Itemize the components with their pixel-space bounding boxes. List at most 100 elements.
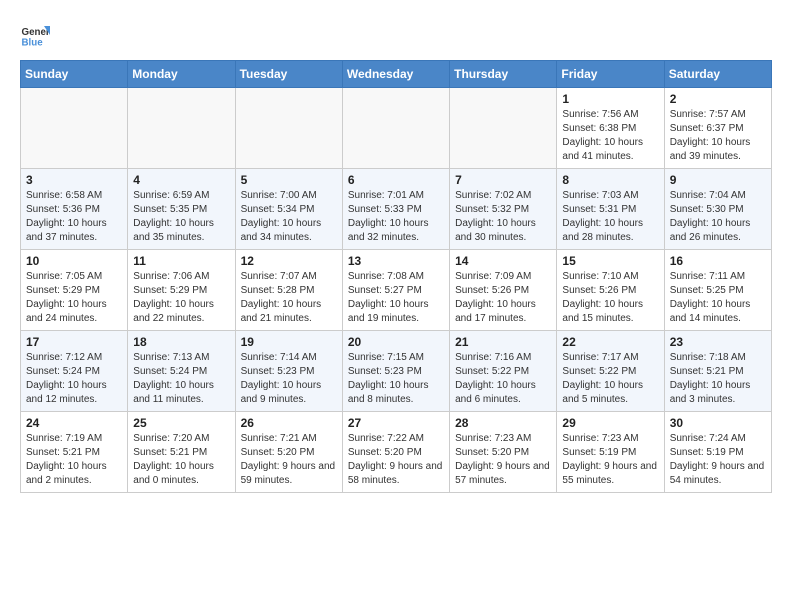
day-detail: Sunrise: 7:23 AM Sunset: 5:20 PM Dayligh… [455,432,551,488]
day-number: 6 [348,173,444,187]
calendar-table: SundayMondayTuesdayWednesdayThursdayFrid… [20,60,772,493]
calendar-header-wednesday: Wednesday [342,61,449,88]
calendar-week-3: 10 Sunrise: 7:05 AM Sunset: 5:29 PM Dayli… [21,250,772,331]
day-number: 18 [133,335,229,349]
calendar-cell: 12 Sunrise: 7:07 AM Sunset: 5:28 PM Dayli… [235,250,342,331]
day-detail: Sunrise: 7:01 AM Sunset: 5:33 PM Dayligh… [348,189,444,245]
day-number: 8 [562,173,658,187]
day-number: 7 [455,173,551,187]
day-number: 3 [26,173,122,187]
day-number: 22 [562,335,658,349]
calendar-cell: 15 Sunrise: 7:10 AM Sunset: 5:26 PM Dayli… [557,250,664,331]
page-header: General Blue [20,20,772,50]
calendar-cell: 23 Sunrise: 7:18 AM Sunset: 5:21 PM Dayli… [664,331,771,412]
day-detail: Sunrise: 7:15 AM Sunset: 5:23 PM Dayligh… [348,351,444,407]
calendar-week-1: 1Sunrise: 7:56 AM Sunset: 6:38 PM Daylig… [21,88,772,169]
day-detail: Sunrise: 7:57 AM Sunset: 6:37 PM Dayligh… [670,108,766,164]
day-detail: Sunrise: 6:59 AM Sunset: 5:35 PM Dayligh… [133,189,229,245]
calendar-cell: 22Sunrise: 7:17 AM Sunset: 5:22 PM Dayli… [557,331,664,412]
day-detail: Sunrise: 7:20 AM Sunset: 5:21 PM Dayligh… [133,432,229,488]
calendar-cell: 3 Sunrise: 6:58 AM Sunset: 5:36 PM Daylig… [21,169,128,250]
day-detail: Sunrise: 7:18 AM Sunset: 5:21 PM Dayligh… [670,351,766,407]
day-detail: Sunrise: 7:14 AM Sunset: 5:23 PM Dayligh… [241,351,337,407]
calendar-header-sunday: Sunday [21,61,128,88]
svg-text:General: General [22,27,51,38]
day-number: 16 [670,254,766,268]
day-detail: Sunrise: 7:22 AM Sunset: 5:20 PM Dayligh… [348,432,444,488]
calendar-cell: 27 Sunrise: 7:22 AM Sunset: 5:20 PM Dayli… [342,412,449,493]
day-detail: Sunrise: 7:03 AM Sunset: 5:31 PM Dayligh… [562,189,658,245]
day-detail: Sunrise: 6:58 AM Sunset: 5:36 PM Dayligh… [26,189,122,245]
day-number: 5 [241,173,337,187]
calendar-cell: 13 Sunrise: 7:08 AM Sunset: 5:27 PM Dayli… [342,250,449,331]
day-number: 24 [26,416,122,430]
calendar-cell: 30 Sunrise: 7:24 AM Sunset: 5:19 PM Dayli… [664,412,771,493]
calendar-header-saturday: Saturday [664,61,771,88]
day-number: 30 [670,416,766,430]
calendar-week-5: 24Sunrise: 7:19 AM Sunset: 5:21 PM Dayli… [21,412,772,493]
day-detail: Sunrise: 7:04 AM Sunset: 5:30 PM Dayligh… [670,189,766,245]
day-detail: Sunrise: 7:16 AM Sunset: 5:22 PM Dayligh… [455,351,551,407]
day-detail: Sunrise: 7:07 AM Sunset: 5:28 PM Dayligh… [241,270,337,326]
calendar-cell [342,88,449,169]
calendar-cell: 29 Sunrise: 7:23 AM Sunset: 5:19 PM Dayli… [557,412,664,493]
logo-icon: General Blue [20,20,50,50]
calendar-cell [235,88,342,169]
day-detail: Sunrise: 7:06 AM Sunset: 5:29 PM Dayligh… [133,270,229,326]
calendar-cell: 26 Sunrise: 7:21 AM Sunset: 5:20 PM Dayli… [235,412,342,493]
day-detail: Sunrise: 7:09 AM Sunset: 5:26 PM Dayligh… [455,270,551,326]
calendar-cell: 24Sunrise: 7:19 AM Sunset: 5:21 PM Dayli… [21,412,128,493]
calendar-header-friday: Friday [557,61,664,88]
calendar-cell [128,88,235,169]
calendar-cell: 25 Sunrise: 7:20 AM Sunset: 5:21 PM Dayli… [128,412,235,493]
day-number: 4 [133,173,229,187]
day-number: 10 [26,254,122,268]
day-number: 29 [562,416,658,430]
calendar-week-4: 17 Sunrise: 7:12 AM Sunset: 5:24 PM Dayli… [21,331,772,412]
calendar-cell [21,88,128,169]
calendar-cell: 17 Sunrise: 7:12 AM Sunset: 5:24 PM Dayli… [21,331,128,412]
calendar-cell: 7 Sunrise: 7:02 AM Sunset: 5:32 PM Daylig… [450,169,557,250]
calendar-header-tuesday: Tuesday [235,61,342,88]
day-detail: Sunrise: 7:23 AM Sunset: 5:19 PM Dayligh… [562,432,658,488]
calendar-cell: 2Sunrise: 7:57 AM Sunset: 6:37 PM Daylig… [664,88,771,169]
day-number: 19 [241,335,337,349]
calendar-cell: 5Sunrise: 7:00 AM Sunset: 5:34 PM Daylig… [235,169,342,250]
calendar-cell [450,88,557,169]
day-detail: Sunrise: 7:02 AM Sunset: 5:32 PM Dayligh… [455,189,551,245]
day-number: 17 [26,335,122,349]
day-detail: Sunrise: 7:24 AM Sunset: 5:19 PM Dayligh… [670,432,766,488]
calendar-cell: 11Sunrise: 7:06 AM Sunset: 5:29 PM Dayli… [128,250,235,331]
calendar-cell: 16 Sunrise: 7:11 AM Sunset: 5:25 PM Dayli… [664,250,771,331]
day-number: 25 [133,416,229,430]
calendar-cell: 1Sunrise: 7:56 AM Sunset: 6:38 PM Daylig… [557,88,664,169]
day-number: 23 [670,335,766,349]
calendar-header-monday: Monday [128,61,235,88]
calendar-cell: 6 Sunrise: 7:01 AM Sunset: 5:33 PM Daylig… [342,169,449,250]
day-number: 20 [348,335,444,349]
day-detail: Sunrise: 7:12 AM Sunset: 5:24 PM Dayligh… [26,351,122,407]
day-detail: Sunrise: 7:11 AM Sunset: 5:25 PM Dayligh… [670,270,766,326]
day-detail: Sunrise: 7:21 AM Sunset: 5:20 PM Dayligh… [241,432,337,488]
calendar-cell: 18 Sunrise: 7:13 AM Sunset: 5:24 PM Dayli… [128,331,235,412]
calendar-cell: 4 Sunrise: 6:59 AM Sunset: 5:35 PM Daylig… [128,169,235,250]
day-number: 12 [241,254,337,268]
calendar-week-2: 3 Sunrise: 6:58 AM Sunset: 5:36 PM Daylig… [21,169,772,250]
day-number: 1 [562,92,658,106]
calendar-body: 1Sunrise: 7:56 AM Sunset: 6:38 PM Daylig… [21,88,772,493]
day-number: 13 [348,254,444,268]
day-number: 27 [348,416,444,430]
day-detail: Sunrise: 7:05 AM Sunset: 5:29 PM Dayligh… [26,270,122,326]
day-number: 26 [241,416,337,430]
calendar-header-thursday: Thursday [450,61,557,88]
calendar-cell: 20 Sunrise: 7:15 AM Sunset: 5:23 PM Dayli… [342,331,449,412]
day-detail: Sunrise: 7:08 AM Sunset: 5:27 PM Dayligh… [348,270,444,326]
calendar-cell: 28 Sunrise: 7:23 AM Sunset: 5:20 PM Dayli… [450,412,557,493]
svg-text:Blue: Blue [22,38,44,49]
day-number: 15 [562,254,658,268]
calendar-header-row: SundayMondayTuesdayWednesdayThursdayFrid… [21,61,772,88]
day-number: 9 [670,173,766,187]
day-detail: Sunrise: 7:13 AM Sunset: 5:24 PM Dayligh… [133,351,229,407]
day-number: 28 [455,416,551,430]
day-detail: Sunrise: 7:10 AM Sunset: 5:26 PM Dayligh… [562,270,658,326]
